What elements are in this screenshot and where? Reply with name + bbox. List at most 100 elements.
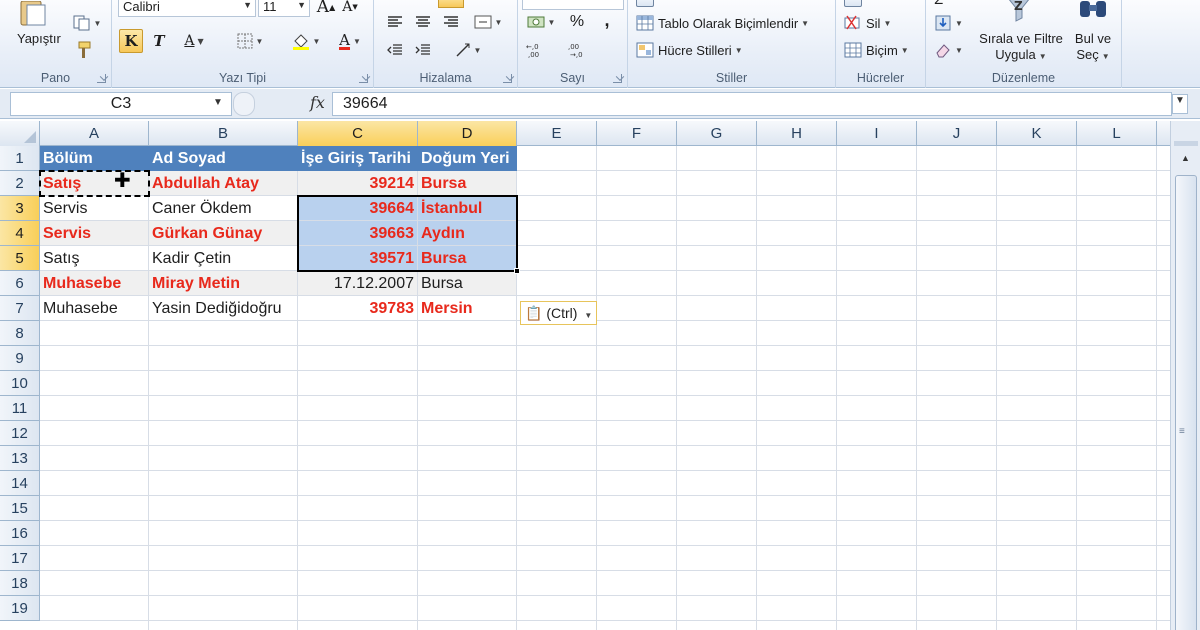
column-header-h[interactable]: H	[757, 121, 837, 146]
decrease-decimal-button[interactable]: ,00 →,0	[566, 40, 594, 60]
cell-c1[interactable]: İşe Giriş Tarihi	[298, 146, 418, 171]
cell-a2[interactable]: Satış	[40, 171, 149, 196]
row-header-15[interactable]: 15	[0, 496, 40, 521]
row-header-4[interactable]: 4	[0, 221, 40, 246]
borders-button[interactable]: ▼	[230, 29, 270, 53]
cell-b4[interactable]: Gürkan Günay	[149, 221, 298, 246]
cell-b1[interactable]: Ad Soyad	[149, 146, 298, 171]
font-color-button[interactable]: A ▼	[330, 29, 370, 53]
copy-button[interactable]: ▼	[70, 14, 104, 32]
column-header-l[interactable]: L	[1077, 121, 1157, 146]
column-header-g[interactable]: G	[677, 121, 757, 146]
insert-function-icon[interactable]: fx	[310, 93, 325, 112]
cell-d5[interactable]: Bursa	[418, 246, 517, 271]
paste-options-button[interactable]: 📋 (Ctrl) ▼	[520, 301, 598, 325]
row-header-11[interactable]: 11	[0, 396, 40, 421]
increase-indent-button[interactable]	[412, 40, 434, 60]
row-header-7[interactable]: 7	[0, 296, 40, 321]
row-header-1[interactable]: 1	[0, 146, 40, 171]
cell-c5[interactable]: 39571	[298, 246, 418, 271]
accounting-format-button[interactable]: ▼	[524, 12, 558, 32]
align-center-button[interactable]	[412, 12, 434, 32]
cells-area[interactable]: Bölüm Ad Soyad İşe Giriş Tarihi Doğum Ye…	[39, 146, 1170, 630]
split-box[interactable]	[1174, 141, 1198, 146]
cell-styles-button[interactable]: Hücre Stilleri ▼	[636, 40, 786, 60]
fill-handle[interactable]	[514, 268, 520, 274]
cell-c2[interactable]: 39214	[298, 171, 418, 196]
cell-c7[interactable]: 39783	[298, 296, 418, 321]
row-header-10[interactable]: 10	[0, 371, 40, 396]
orientation-button[interactable]: ▼	[450, 40, 486, 60]
cell-a1[interactable]: Bölüm	[40, 146, 149, 171]
expand-formula-bar-icon[interactable]: ▼	[1172, 94, 1188, 114]
formula-input[interactable]: 39664	[332, 92, 1172, 116]
clear-button[interactable]: ▼	[934, 40, 970, 60]
row-header-12[interactable]: 12	[0, 421, 40, 446]
font-name-combo[interactable]: Calibri ▼	[118, 0, 256, 17]
select-all-corner[interactable]	[0, 121, 40, 146]
column-header-j[interactable]: J	[917, 121, 997, 146]
cell-c6[interactable]: 17.12.2007	[298, 271, 418, 296]
column-header-b[interactable]: B	[149, 121, 298, 146]
percent-button[interactable]: %	[566, 12, 588, 32]
number-launcher[interactable]	[613, 74, 622, 83]
cell-b5[interactable]: Kadir Çetin	[149, 246, 298, 271]
sort-filter-button[interactable]: Z	[976, 0, 1066, 24]
row-header-2[interactable]: 2	[0, 171, 40, 196]
scrollbar-thumb[interactable]	[1175, 175, 1197, 630]
cell-b3[interactable]: Caner Ökdem	[149, 196, 298, 221]
cell-b2[interactable]: Abdullah Atay	[149, 171, 298, 196]
comma-style-button[interactable]: ,	[596, 10, 618, 30]
underline-button[interactable]: A ▼	[174, 29, 214, 53]
shrink-font-button[interactable]: A ▼	[340, 0, 360, 17]
row-header-5[interactable]: 5	[0, 246, 40, 271]
cell-b7[interactable]: Yasin Dediğidoğru	[149, 296, 298, 321]
align-middle-button[interactable]	[438, 0, 464, 8]
cell-b6[interactable]: Miray Metin	[149, 271, 298, 296]
font-size-combo[interactable]: 11 ▼	[258, 0, 310, 17]
row-header-9[interactable]: 9	[0, 346, 40, 371]
column-header-f[interactable]: F	[597, 121, 677, 146]
column-header-i[interactable]: I	[837, 121, 917, 146]
cell-d6[interactable]: Bursa	[418, 271, 517, 296]
conditional-formatting-button[interactable]	[636, 0, 826, 7]
align-right-button[interactable]	[440, 12, 462, 32]
increase-decimal-button[interactable]: ←,0,00	[524, 40, 552, 60]
column-header-c[interactable]: C	[298, 121, 418, 146]
delete-cells-button[interactable]: Sil ▼	[844, 13, 920, 33]
cell-d2[interactable]: Bursa	[418, 171, 517, 196]
fill-button[interactable]: ▼	[934, 13, 970, 33]
row-header-16[interactable]: 16	[0, 521, 40, 546]
cell-d1[interactable]: Doğum Yeri	[418, 146, 517, 171]
row-header-8[interactable]: 8	[0, 321, 40, 346]
font-launcher[interactable]	[359, 74, 368, 83]
cell-c3[interactable]: 39664	[298, 196, 418, 221]
find-select-button[interactable]	[1072, 0, 1114, 24]
number-format-combo[interactable]	[522, 0, 624, 10]
cell-c4[interactable]: 39663	[298, 221, 418, 246]
row-header-18[interactable]: 18	[0, 571, 40, 596]
row-header-3[interactable]: 3	[0, 196, 40, 221]
cell-d7[interactable]: Mersin	[418, 296, 517, 321]
fill-color-button[interactable]: ▼	[286, 29, 326, 53]
cell-a5[interactable]: Satış	[40, 246, 149, 271]
column-header-k[interactable]: K	[997, 121, 1077, 146]
name-box[interactable]: C3	[10, 92, 232, 116]
paste-button[interactable]	[14, 0, 50, 28]
cell-a3[interactable]: Servis	[40, 196, 149, 221]
row-header-6[interactable]: 6	[0, 271, 40, 296]
cell-d3[interactable]: İstanbul	[418, 196, 517, 221]
cell-a6[interactable]: Muhasebe	[40, 271, 149, 296]
column-header-a[interactable]: A	[40, 121, 149, 146]
row-header-17[interactable]: 17	[0, 546, 40, 571]
formula-bar-splitter[interactable]	[233, 92, 255, 116]
decrease-indent-button[interactable]	[384, 40, 406, 60]
row-header-13[interactable]: 13	[0, 446, 40, 471]
cell-a4[interactable]: Servis	[40, 221, 149, 246]
column-header-d[interactable]: D	[418, 121, 517, 146]
row-header-19[interactable]: 19	[0, 596, 40, 621]
italic-button[interactable]: T	[149, 29, 169, 53]
autosum-button[interactable]: Σ	[934, 0, 974, 8]
column-header-e[interactable]: E	[517, 121, 597, 146]
vertical-scrollbar[interactable]: ▲ ≡	[1170, 121, 1200, 630]
